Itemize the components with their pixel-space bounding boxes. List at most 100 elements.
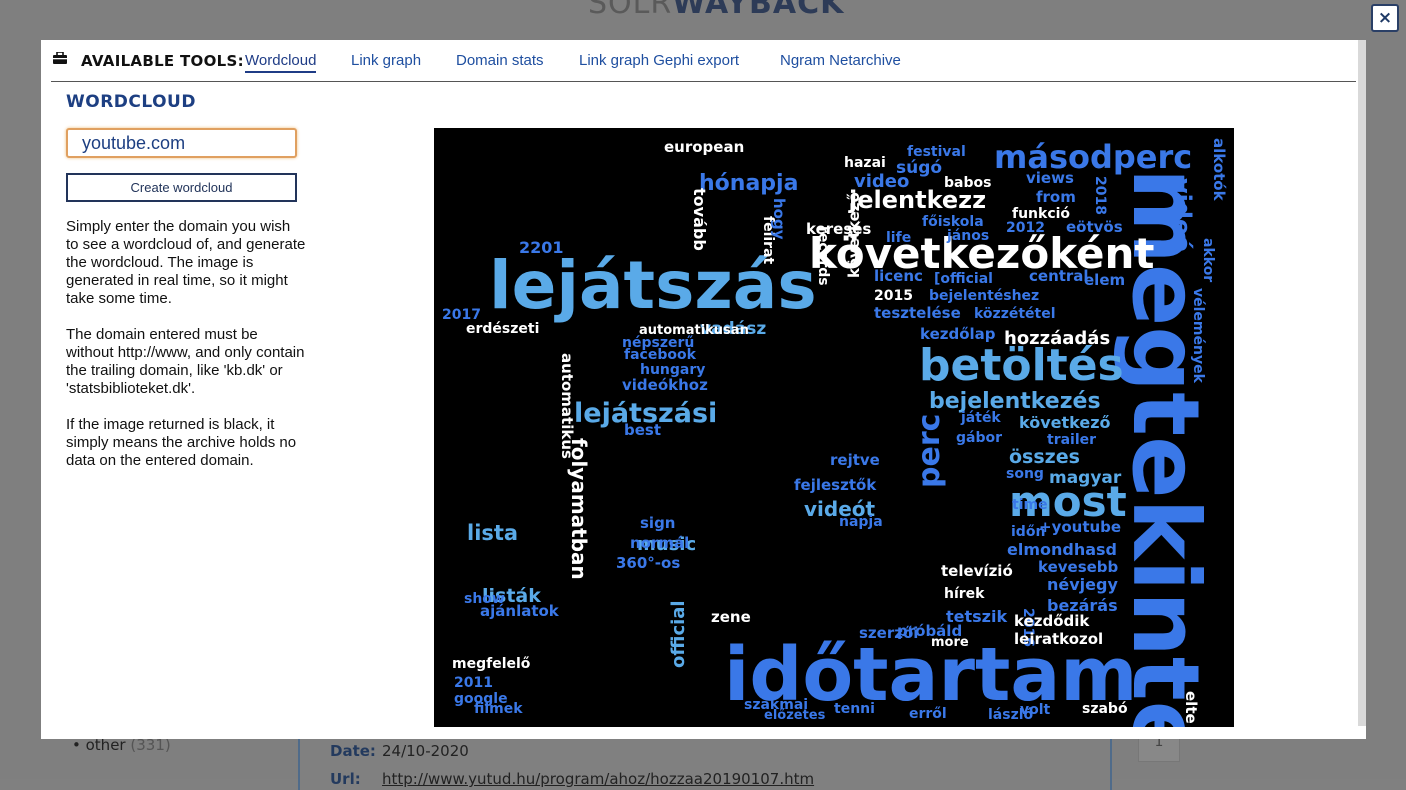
wordcloud-word: elmondhasd — [1007, 540, 1117, 559]
wordcloud-word: song — [1006, 466, 1044, 482]
wordcloud-word: kevesebb — [1038, 558, 1119, 576]
wordcloud-word: hogy — [770, 198, 788, 240]
wordcloud-word: lászló — [988, 707, 1034, 723]
wordcloud-word: kezdőlap — [920, 325, 996, 343]
wordcloud-word: szabó — [1082, 701, 1128, 717]
wordcloud-word: erről — [909, 706, 947, 722]
wordcloud-word: 2015 — [874, 288, 913, 304]
wordcloud-word: tesztelése — [874, 304, 961, 322]
tools-toolbar: AVAILABLE TOOLS: Wordcloud Link graph Do… — [51, 40, 1356, 82]
wordcloud-word: akkor — [1200, 238, 1216, 282]
modal-scrollbar[interactable] — [1358, 40, 1366, 726]
wordcloud-word: kezdődik — [1014, 612, 1090, 630]
wordcloud-word: magyar — [1049, 468, 1122, 488]
wordcloud-image: megtekintés időtartam lejátszás következőké… — [434, 128, 1234, 727]
wordcloud-word: névjegy — [1047, 575, 1118, 594]
wordcloud-word: bejelentkezés — [929, 389, 1101, 414]
help-text-2: The domain entered must be without http:… — [66, 326, 305, 397]
wordcloud-svg: megtekintésidőtartamlejátszáskövetkezőké… — [442, 138, 1228, 727]
wordcloud-word: tenni — [834, 701, 875, 717]
wordcloud-word: alkotók — [1210, 138, 1228, 202]
wordcloud-word: fejlesztők — [794, 476, 877, 494]
tab-wordcloud[interactable]: Wordcloud — [245, 52, 317, 73]
wordcloud-word: official — [668, 600, 689, 668]
wordcloud-word: automatikus — [558, 353, 576, 459]
wordcloud-word: összes — [1009, 446, 1080, 468]
wordcloud-word: normál — [630, 534, 689, 552]
wordcloud-word: 2012 — [1006, 220, 1045, 236]
wordcloud-word: vélemények — [1190, 288, 1206, 384]
wordcloud-word: show — [464, 591, 505, 607]
wordcloud-word: következő — [1019, 413, 1111, 432]
toolbox-icon — [53, 51, 67, 68]
wordcloud-word: videó — [1168, 178, 1196, 252]
wordcloud-word: hozzáadás — [1004, 328, 1110, 349]
wordcloud-word: jános — [946, 228, 989, 244]
toolbar-title: AVAILABLE TOOLS: — [81, 52, 244, 70]
wordcloud-word: megfelelő — [452, 656, 531, 672]
wordcloud-word: records — [815, 226, 831, 286]
app-logo: SOLRWAYBACK — [588, 0, 845, 21]
wordcloud-word: videókhoz — [622, 376, 708, 394]
wordcloud-word: 2201 — [519, 238, 564, 257]
wordcloud-word: +youtube — [1039, 518, 1121, 536]
wordcloud-word: hazai — [844, 155, 886, 171]
wordcloud-word: licenc — [874, 267, 923, 285]
close-button[interactable]: × — [1371, 4, 1399, 32]
tab-link-graph-gephi-export[interactable]: Link graph Gephi export — [579, 52, 739, 69]
wordcloud-word: festival — [907, 144, 966, 160]
wordcloud-word: hírek — [944, 586, 985, 602]
tab-domain-stats[interactable]: Domain stats — [456, 52, 544, 69]
wordcloud-word: napja — [839, 514, 883, 530]
wordcloud-word: rejtve — [830, 451, 880, 469]
wordcloud-word: 2011 — [454, 675, 493, 691]
wordcloud-word: central — [1029, 267, 1089, 285]
wordcloud-word: elte — [1182, 691, 1200, 724]
domain-input[interactable] — [66, 128, 297, 158]
wordcloud-word: more — [931, 635, 969, 650]
wordcloud-word: másodperc — [994, 138, 1192, 176]
wordcloud-word: főiskola — [922, 214, 984, 230]
wordcloud-word: 360°-os — [616, 554, 680, 572]
wordcloud-word: automatikusan — [639, 323, 749, 338]
wordcloud-word: views — [1026, 169, 1074, 187]
wordcloud-word: babos — [944, 175, 991, 191]
wordcloud-word: time — [1012, 497, 1048, 513]
wordcloud-word: facebook — [624, 347, 697, 363]
wordcloud-word: közzététel — [974, 306, 1056, 322]
wordcloud-title: WORDCLOUD — [66, 92, 196, 112]
create-wordcloud-button[interactable]: Create wordcloud — [66, 173, 297, 202]
wordcloud-word: erdészeti — [466, 321, 539, 337]
result-url-row: Url: http://www.yutud.hu/program/ahoz/hoz… — [330, 770, 815, 788]
wordcloud-word: elem — [1084, 271, 1125, 289]
wordcloud-word: játék — [960, 410, 1001, 426]
wordcloud-word: perc — [912, 414, 947, 488]
wordcloud-word: leiratkozol — [1014, 630, 1103, 648]
wordcloud-word: folyamatban — [567, 438, 591, 580]
tab-link-graph[interactable]: Link graph — [351, 52, 421, 69]
wordcloud-word: zene — [711, 608, 751, 626]
wordcloud-word: gábor — [956, 430, 1002, 446]
help-text-1: Simply enter the domain you wish to see … — [66, 218, 306, 307]
wordcloud-word: 2018 — [1092, 176, 1108, 215]
wordcloud-word: filmek — [474, 701, 523, 717]
tools-modal: AVAILABLE TOOLS: Wordcloud Link graph Do… — [41, 40, 1366, 739]
wordcloud-word: from — [1036, 188, 1076, 206]
tab-ngram-netarchive[interactable]: Ngram Netarchive — [780, 52, 901, 69]
wordcloud-word: [official — [934, 271, 993, 287]
wordcloud-word: súgó — [896, 158, 942, 178]
wordcloud-word: sign — [640, 514, 676, 532]
wordcloud-word: előzetes — [764, 708, 826, 723]
result-date-row: Date: 24/10-2020 — [330, 742, 469, 760]
wordcloud-word: european — [664, 138, 744, 156]
wordcloud-word: eötvös — [1066, 218, 1123, 236]
wordcloud-word: lista — [467, 521, 518, 545]
wordcloud-word: tovább — [690, 188, 709, 251]
wordcloud-word: következő — [845, 192, 863, 278]
help-text-3: If the image returned is black, it simpl… — [66, 416, 297, 469]
wordcloud-word: best — [624, 421, 661, 439]
wordcloud-word: bejelentéshez — [929, 288, 1039, 304]
wordcloud-word: trailer — [1047, 432, 1096, 448]
wordcloud-word: 2017 — [442, 307, 481, 323]
wordcloud-word: televízió — [941, 562, 1013, 580]
